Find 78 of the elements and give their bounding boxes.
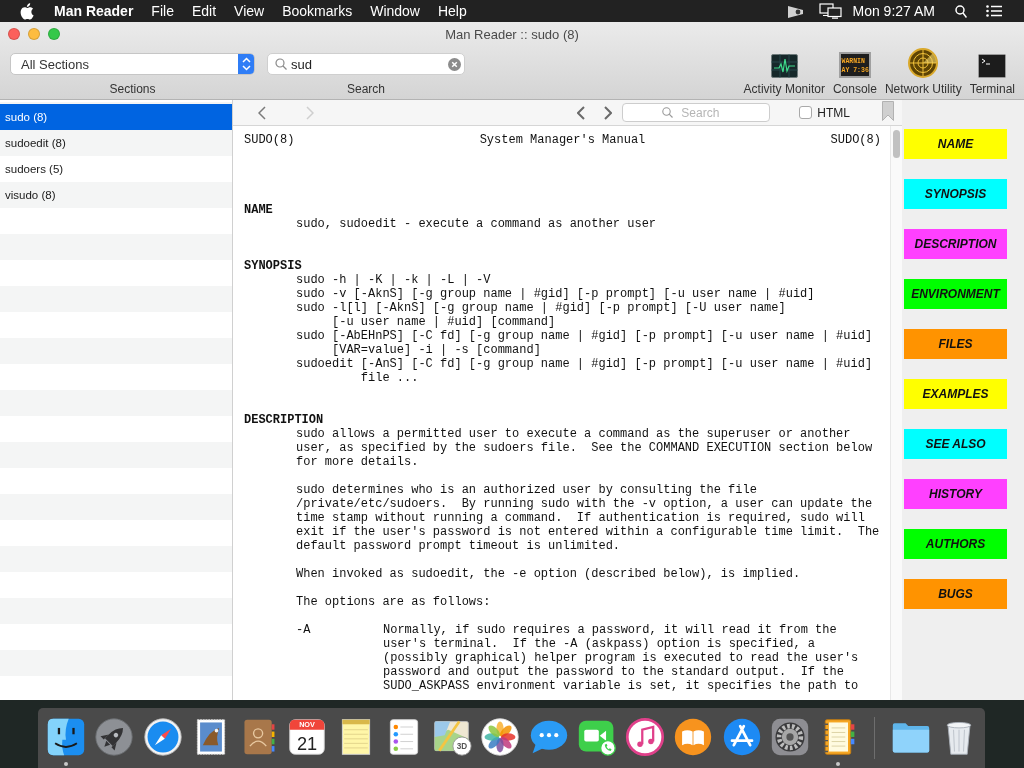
- paragraph: sudo allows a permitted user to execute a command as the superuser or another user, as specified by the sudoers file. See the COMMAND EXECUTION section below for more details.: [296, 427, 873, 469]
- section-heading: DESCRIPTION: [244, 413, 324, 427]
- toolbar-label: Search: [347, 83, 385, 95]
- clear-icon[interactable]: [448, 57, 461, 71]
- synopsis-command: sudo -v [-AknS] [-g group name | #gid] [-p prompt] [-u user name | #uid]: [296, 287, 815, 301]
- close-button[interactable]: [8, 28, 20, 40]
- pennant-icon[interactable]: [786, 3, 804, 19]
- waveform-screen-icon: [770, 54, 798, 78]
- paragraph: The options are as follows:: [296, 595, 491, 609]
- synopsis-command: sudoedit [-AnS] [-C fd] [-g group name | #gid] [-p prompt] [-u user name | #uid] file ...: [296, 357, 873, 385]
- manual-page-title: SUDO(8): [244, 133, 295, 147]
- search-icon[interactable]: [955, 4, 967, 18]
- flower-icon[interactable]: [480, 717, 521, 757]
- menu-item[interactable]: View: [225, 0, 274, 22]
- section-tag[interactable]: FILES: [904, 329, 1007, 359]
- terminal-icon: [978, 54, 1007, 78]
- menu-item[interactable]: File: [142, 0, 183, 22]
- open-book-icon[interactable]: [673, 717, 714, 757]
- synopsis-command: sudo -h | -K | -k | -L | -V: [296, 273, 491, 287]
- music-note-icon[interactable]: [625, 717, 665, 757]
- section-tag[interactable]: SYNOPSIS: [904, 179, 1007, 209]
- window-title: Man Reader :: sudo (8): [445, 26, 579, 42]
- chevron-left-icon[interactable]: [577, 105, 586, 120]
- menu-item[interactable]: Help: [428, 0, 476, 22]
- list-item[interactable]: sudoedit (8): [0, 130, 232, 156]
- section-tag[interactable]: HISTORY: [904, 479, 1007, 509]
- gear-icon[interactable]: [769, 717, 810, 757]
- paragraph: sudo determines who is an authorized user by consulting the file /private/etc/sudoers. By running sudo with the -v option, a user can update the time stamp without running a command. If authentication is required, sudo will exit if the user's password is not entered within a configurable time limit. The default password prompt timeout is unlimited.: [296, 483, 880, 553]
- map-badge-text: 3D: [456, 742, 468, 752]
- displays-icon[interactable]: [818, 3, 842, 19]
- calendar-icon[interactable]: NOV 21: [287, 717, 328, 757]
- section-tag[interactable]: AUTHORS: [904, 529, 1007, 559]
- toolbar-button[interactable]: Activity Monitor: [743, 46, 825, 95]
- radar-icon: [908, 48, 939, 78]
- section-tag[interactable]: DESCRIPTION: [904, 229, 1007, 259]
- page-search-field[interactable]: sud: [267, 53, 465, 75]
- chevron-right-icon[interactable]: [604, 105, 613, 120]
- scrollbar-thumb[interactable]: [893, 130, 900, 158]
- search-icon: [275, 58, 287, 70]
- menu-item[interactable]: Edit: [182, 0, 226, 22]
- app-menu[interactable]: Man Reader: [45, 0, 143, 22]
- calendar-month: NOV: [299, 720, 316, 730]
- paragraph: sudo, sudoedit - execute a command as another user: [296, 217, 657, 231]
- section-tag[interactable]: SEE ALSO: [904, 429, 1007, 459]
- checkbox[interactable]: [799, 106, 813, 119]
- checkbox-label[interactable]: HTML: [817, 105, 850, 120]
- list-item[interactable]: sudoers (5): [0, 156, 232, 182]
- chevron-left-icon[interactable]: [258, 105, 266, 120]
- menu-item[interactable]: Bookmarks: [273, 0, 362, 22]
- option-name: -A: [296, 623, 311, 637]
- find-in-page-field[interactable]: Search: [622, 103, 771, 122]
- manual-name: System Manager's Manual: [479, 133, 646, 147]
- menu-clock[interactable]: Mon 9:27 AM: [852, 0, 935, 22]
- toolbar-button[interactable]: Terminal: [969, 46, 1015, 95]
- section-heading: SYNOPSIS: [244, 259, 302, 273]
- section-tag[interactable]: ENVIRONMENT: [904, 279, 1007, 309]
- rocket-icon[interactable]: [94, 717, 135, 757]
- section-tag[interactable]: BUGS: [904, 579, 1007, 609]
- calendar-day: 21: [297, 733, 318, 754]
- manual-page-title: SUDO(8): [830, 133, 881, 147]
- stepper-arrows-icon: [238, 54, 254, 74]
- list-item[interactable]: visudo (8): [0, 182, 232, 208]
- compass-icon[interactable]: [142, 717, 183, 757]
- list-icon[interactable]: [986, 5, 1002, 17]
- section-tag[interactable]: NAME: [904, 129, 1007, 159]
- paragraph: When invoked as sudoedit, the -e option (described below), is implied.: [296, 567, 801, 581]
- apple-icon[interactable]: [20, 2, 34, 20]
- list-item[interactable]: sudo (8): [0, 104, 232, 130]
- menu-item[interactable]: Window: [361, 0, 429, 22]
- search-icon: [662, 107, 674, 118]
- letter-a-icon[interactable]: [721, 717, 762, 757]
- option-description: Normally, if sudo requires a password, it will read it from the user's terminal. If the -A (askpass) option is specified, a (possibly graphical) helper program is executed to read the user's password and output the password to the standard output. If the SUDO_ASKPASS environment variable is set, it specifies the path to: [383, 623, 859, 693]
- section-tag[interactable]: EXAMPLES: [904, 379, 1007, 409]
- section-heading: NAME: [244, 203, 273, 217]
- sections-popup[interactable]: All Sections: [10, 53, 255, 75]
- smiling-face-icon[interactable]: [46, 717, 86, 757]
- toolbar-label: Sections: [109, 83, 156, 95]
- toolbar-button[interactable]: Network Utility: [884, 46, 962, 95]
